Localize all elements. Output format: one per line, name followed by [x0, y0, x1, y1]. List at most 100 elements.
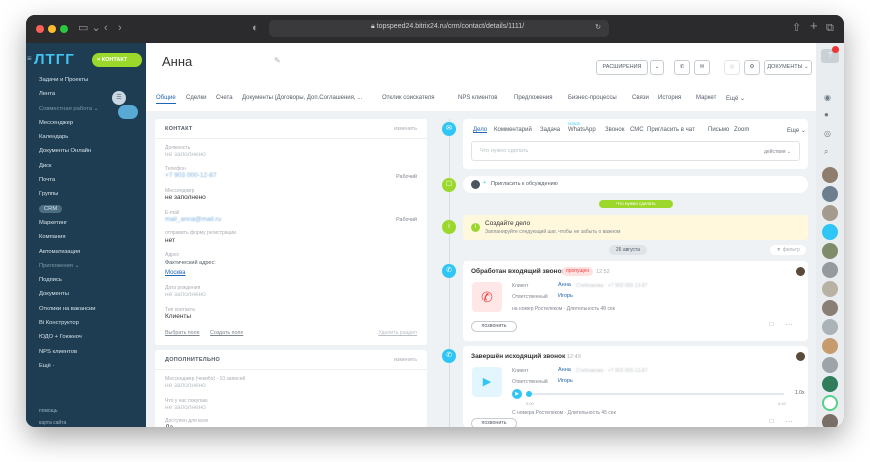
- avatar[interactable]: [822, 395, 838, 411]
- phone-button-icon[interactable]: ✆: [674, 60, 690, 75]
- menu-icon[interactable]: ≡: [27, 54, 32, 63]
- comment-icon[interactable]: ☐: [769, 419, 774, 425]
- action-zoom[interactable]: Zoom: [734, 127, 749, 133]
- avatar[interactable]: [822, 186, 838, 202]
- call-button[interactable]: позвонить: [471, 321, 517, 332]
- timeman-icon[interactable]: ◎: [824, 129, 831, 138]
- bell-icon[interactable]: ●: [824, 110, 829, 119]
- tab-more[interactable]: Ещё ⌄: [726, 95, 745, 102]
- extensions-dropdown-icon[interactable]: ⌄: [650, 60, 664, 75]
- sidebar-item-documents[interactable]: Документы: [26, 287, 146, 301]
- forward-icon[interactable]: ›: [118, 21, 122, 35]
- avatar[interactable]: [822, 376, 838, 392]
- field-value[interactable]: не заполнено: [165, 382, 206, 389]
- action-task[interactable]: Задача: [540, 127, 560, 133]
- client-name[interactable]: Анна: [558, 282, 571, 288]
- invite-discussion[interactable]: + Пригласить к обсуждению: [463, 176, 808, 193]
- tab-offers[interactable]: Предложения: [514, 95, 552, 101]
- avatar[interactable]: [822, 300, 838, 316]
- address-value[interactable]: Москва: [165, 270, 185, 276]
- more-icon[interactable]: ···: [785, 417, 793, 426]
- field-value[interactable]: не заполнено: [165, 151, 206, 158]
- tab-applicant[interactable]: Отклик соискателя: [382, 95, 435, 101]
- avatar[interactable]: [822, 319, 838, 335]
- reload-icon[interactable]: ↻: [595, 23, 601, 31]
- avatar[interactable]: [822, 281, 838, 297]
- filter-button[interactable]: ▼ фильтр: [770, 245, 806, 255]
- avatar[interactable]: [822, 338, 838, 354]
- sidebar-item-disk[interactable]: Диск: [26, 159, 146, 173]
- select-field-link[interactable]: Выбрать поле: [165, 330, 200, 336]
- playback-speed[interactable]: 1.0x: [795, 390, 804, 396]
- tab-invoices[interactable]: Счета: [216, 95, 233, 101]
- settings-gear-icon[interactable]: ⚙: [744, 60, 760, 75]
- sidebar-item-bi[interactable]: Bi Конструктор: [26, 316, 146, 330]
- sidebar-item-more[interactable]: Ещё ·: [26, 359, 146, 373]
- sidebar-item-collab[interactable]: Совместная работа ⌄: [26, 102, 146, 116]
- close-window-icon[interactable]: [36, 25, 44, 33]
- field-value[interactable]: не заполнено: [165, 194, 206, 201]
- search-icon[interactable]: ⌕: [824, 147, 828, 157]
- contact-edit-link[interactable]: изменить: [394, 126, 417, 132]
- tab-history[interactable]: История: [658, 95, 681, 101]
- address-bar[interactable]: 🔒︎ topspeed24.bitrix24.ru/crm/contact/de…: [269, 20, 609, 37]
- new-tab-icon[interactable]: +: [810, 19, 818, 33]
- more-icon[interactable]: ···: [785, 320, 793, 329]
- tab-nps[interactable]: NPS клиентов: [458, 95, 497, 101]
- sidebar-item-sign[interactable]: Подпись: [26, 273, 146, 287]
- sidebar-item-vacancies[interactable]: Отклики на вакансии: [26, 302, 146, 316]
- privacy-shield-icon[interactable]: ◐: [252, 21, 259, 35]
- action-more[interactable]: Еще ⌄: [787, 127, 806, 134]
- sidebar-item-company[interactable]: Компания: [26, 230, 146, 244]
- documents-button[interactable]: ДОКУМЕНТЫ ⌄: [764, 60, 812, 75]
- audio-progress-track[interactable]: [526, 393, 784, 395]
- edit-title-icon[interactable]: ✎: [274, 56, 281, 65]
- field-value[interactable]: не заполнено: [165, 291, 206, 298]
- tab-documents[interactable]: Документы (Договоры, Доп.Соглашения, ...: [242, 95, 362, 101]
- tab-links[interactable]: Связи: [632, 95, 649, 101]
- avatar[interactable]: [822, 167, 838, 183]
- back-icon[interactable]: ‹: [104, 21, 108, 35]
- avatar[interactable]: [822, 224, 838, 240]
- sidebar-sitemap-link[interactable]: карта сайта: [39, 420, 66, 426]
- minimize-window-icon[interactable]: [48, 25, 56, 33]
- tab-deals[interactable]: Сделки: [186, 95, 206, 101]
- call-button[interactable]: позвонить: [471, 418, 517, 427]
- sidebar-item-messenger[interactable]: Мессенджер: [26, 116, 146, 130]
- avatar[interactable]: [822, 243, 838, 259]
- tabs-overview-icon[interactable]: ⧉: [826, 21, 834, 35]
- todo-actions-dropdown[interactable]: действия ⌄: [764, 149, 791, 155]
- audio-progress-handle[interactable]: [526, 391, 532, 397]
- sidebar-item-apps[interactable]: Приложения ⌄: [26, 259, 146, 273]
- avatar[interactable]: [822, 414, 838, 427]
- field-value[interactable]: Клиенты: [165, 313, 191, 320]
- search-contacts-icon[interactable]: ◉: [824, 93, 831, 102]
- sidebar-item-feed[interactable]: Лента: [26, 87, 146, 101]
- sidebar-toggle-icon[interactable]: ▭ ⌄: [78, 21, 101, 35]
- field-value[interactable]: Да: [165, 424, 173, 427]
- share-icon[interactable]: ⇧: [792, 21, 801, 35]
- tab-bizproc[interactable]: Бизнес-процессы: [568, 95, 617, 101]
- extensions-button[interactable]: РАСШИРЕНИЯ: [596, 60, 648, 75]
- sidebar-item-groups[interactable]: Группы: [26, 187, 146, 201]
- sidebar-help-link[interactable]: помощь: [39, 408, 57, 414]
- avatar[interactable]: [822, 357, 838, 373]
- sidebar-item-tasks[interactable]: Задачи и Проекты: [26, 73, 146, 87]
- action-letter[interactable]: Письмо: [708, 127, 729, 133]
- action-comment[interactable]: Комментарий: [494, 127, 532, 133]
- sidebar-item-automation[interactable]: Автоматизация: [26, 245, 146, 259]
- responsible-name[interactable]: Игорь: [558, 378, 573, 384]
- action-invite-chat[interactable]: Пригласить в чат: [647, 127, 695, 133]
- responsible-name[interactable]: Игорь: [558, 293, 573, 299]
- tab-market[interactable]: Маркет: [696, 95, 716, 101]
- field-value[interactable]: не заполнено: [165, 404, 206, 411]
- sidebar-item-nps[interactable]: NPS клиентов: [26, 345, 146, 359]
- sidebar-item-mail[interactable]: Почта: [26, 173, 146, 187]
- zoom-window-icon[interactable]: [60, 25, 68, 33]
- avatar[interactable]: [822, 262, 838, 278]
- sidebar-item-crm[interactable]: CRM: [26, 202, 146, 216]
- phone-value[interactable]: +7 903 000-12-87: [165, 172, 217, 179]
- comment-icon[interactable]: ☐: [769, 322, 774, 328]
- action-whatsapp[interactable]: WhatsApp: [568, 127, 596, 133]
- contact-button[interactable]: × КОНТАКТ: [92, 53, 142, 67]
